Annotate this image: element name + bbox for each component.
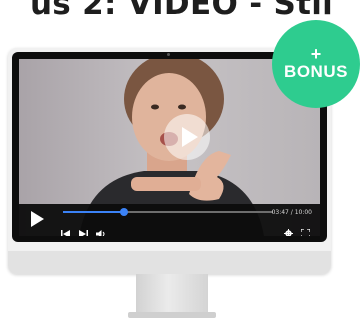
progress-handle[interactable]: [119, 208, 128, 216]
monitor-stand-base: [128, 312, 216, 318]
badge-plus: +: [310, 44, 322, 64]
volume-icon: [96, 230, 105, 236]
progress-fill: [63, 211, 124, 213]
next-icon: [79, 230, 88, 236]
previous-button[interactable]: [61, 223, 70, 236]
bonus-badge: + BONUS: [272, 20, 360, 108]
monitor-chin: [8, 251, 331, 274]
settings-icon: [284, 229, 293, 236]
time-display: 03:47 / 10:00: [271, 209, 312, 216]
player-controls: 03:47 / 10:00: [19, 204, 320, 236]
play-icon: [31, 211, 44, 227]
fullscreen-icon: [300, 228, 311, 236]
video-player[interactable]: 03:47 / 10:00: [19, 59, 320, 236]
settings-button[interactable]: [284, 223, 293, 236]
page-headline: us 2: VIDEO - Stil: [29, 0, 334, 22]
fullscreen-button[interactable]: [300, 223, 311, 236]
camera-dot: [167, 53, 170, 56]
volume-button[interactable]: [96, 223, 107, 236]
progress-bar[interactable]: [63, 208, 273, 216]
play-overlay-button[interactable]: [164, 114, 210, 160]
badge-label: BONUS: [284, 62, 348, 81]
play-overlay-icon: [182, 127, 198, 147]
play-button[interactable]: [29, 210, 45, 228]
previous-icon: [61, 230, 70, 236]
next-button[interactable]: [79, 223, 88, 236]
monitor-stand: [136, 274, 208, 314]
